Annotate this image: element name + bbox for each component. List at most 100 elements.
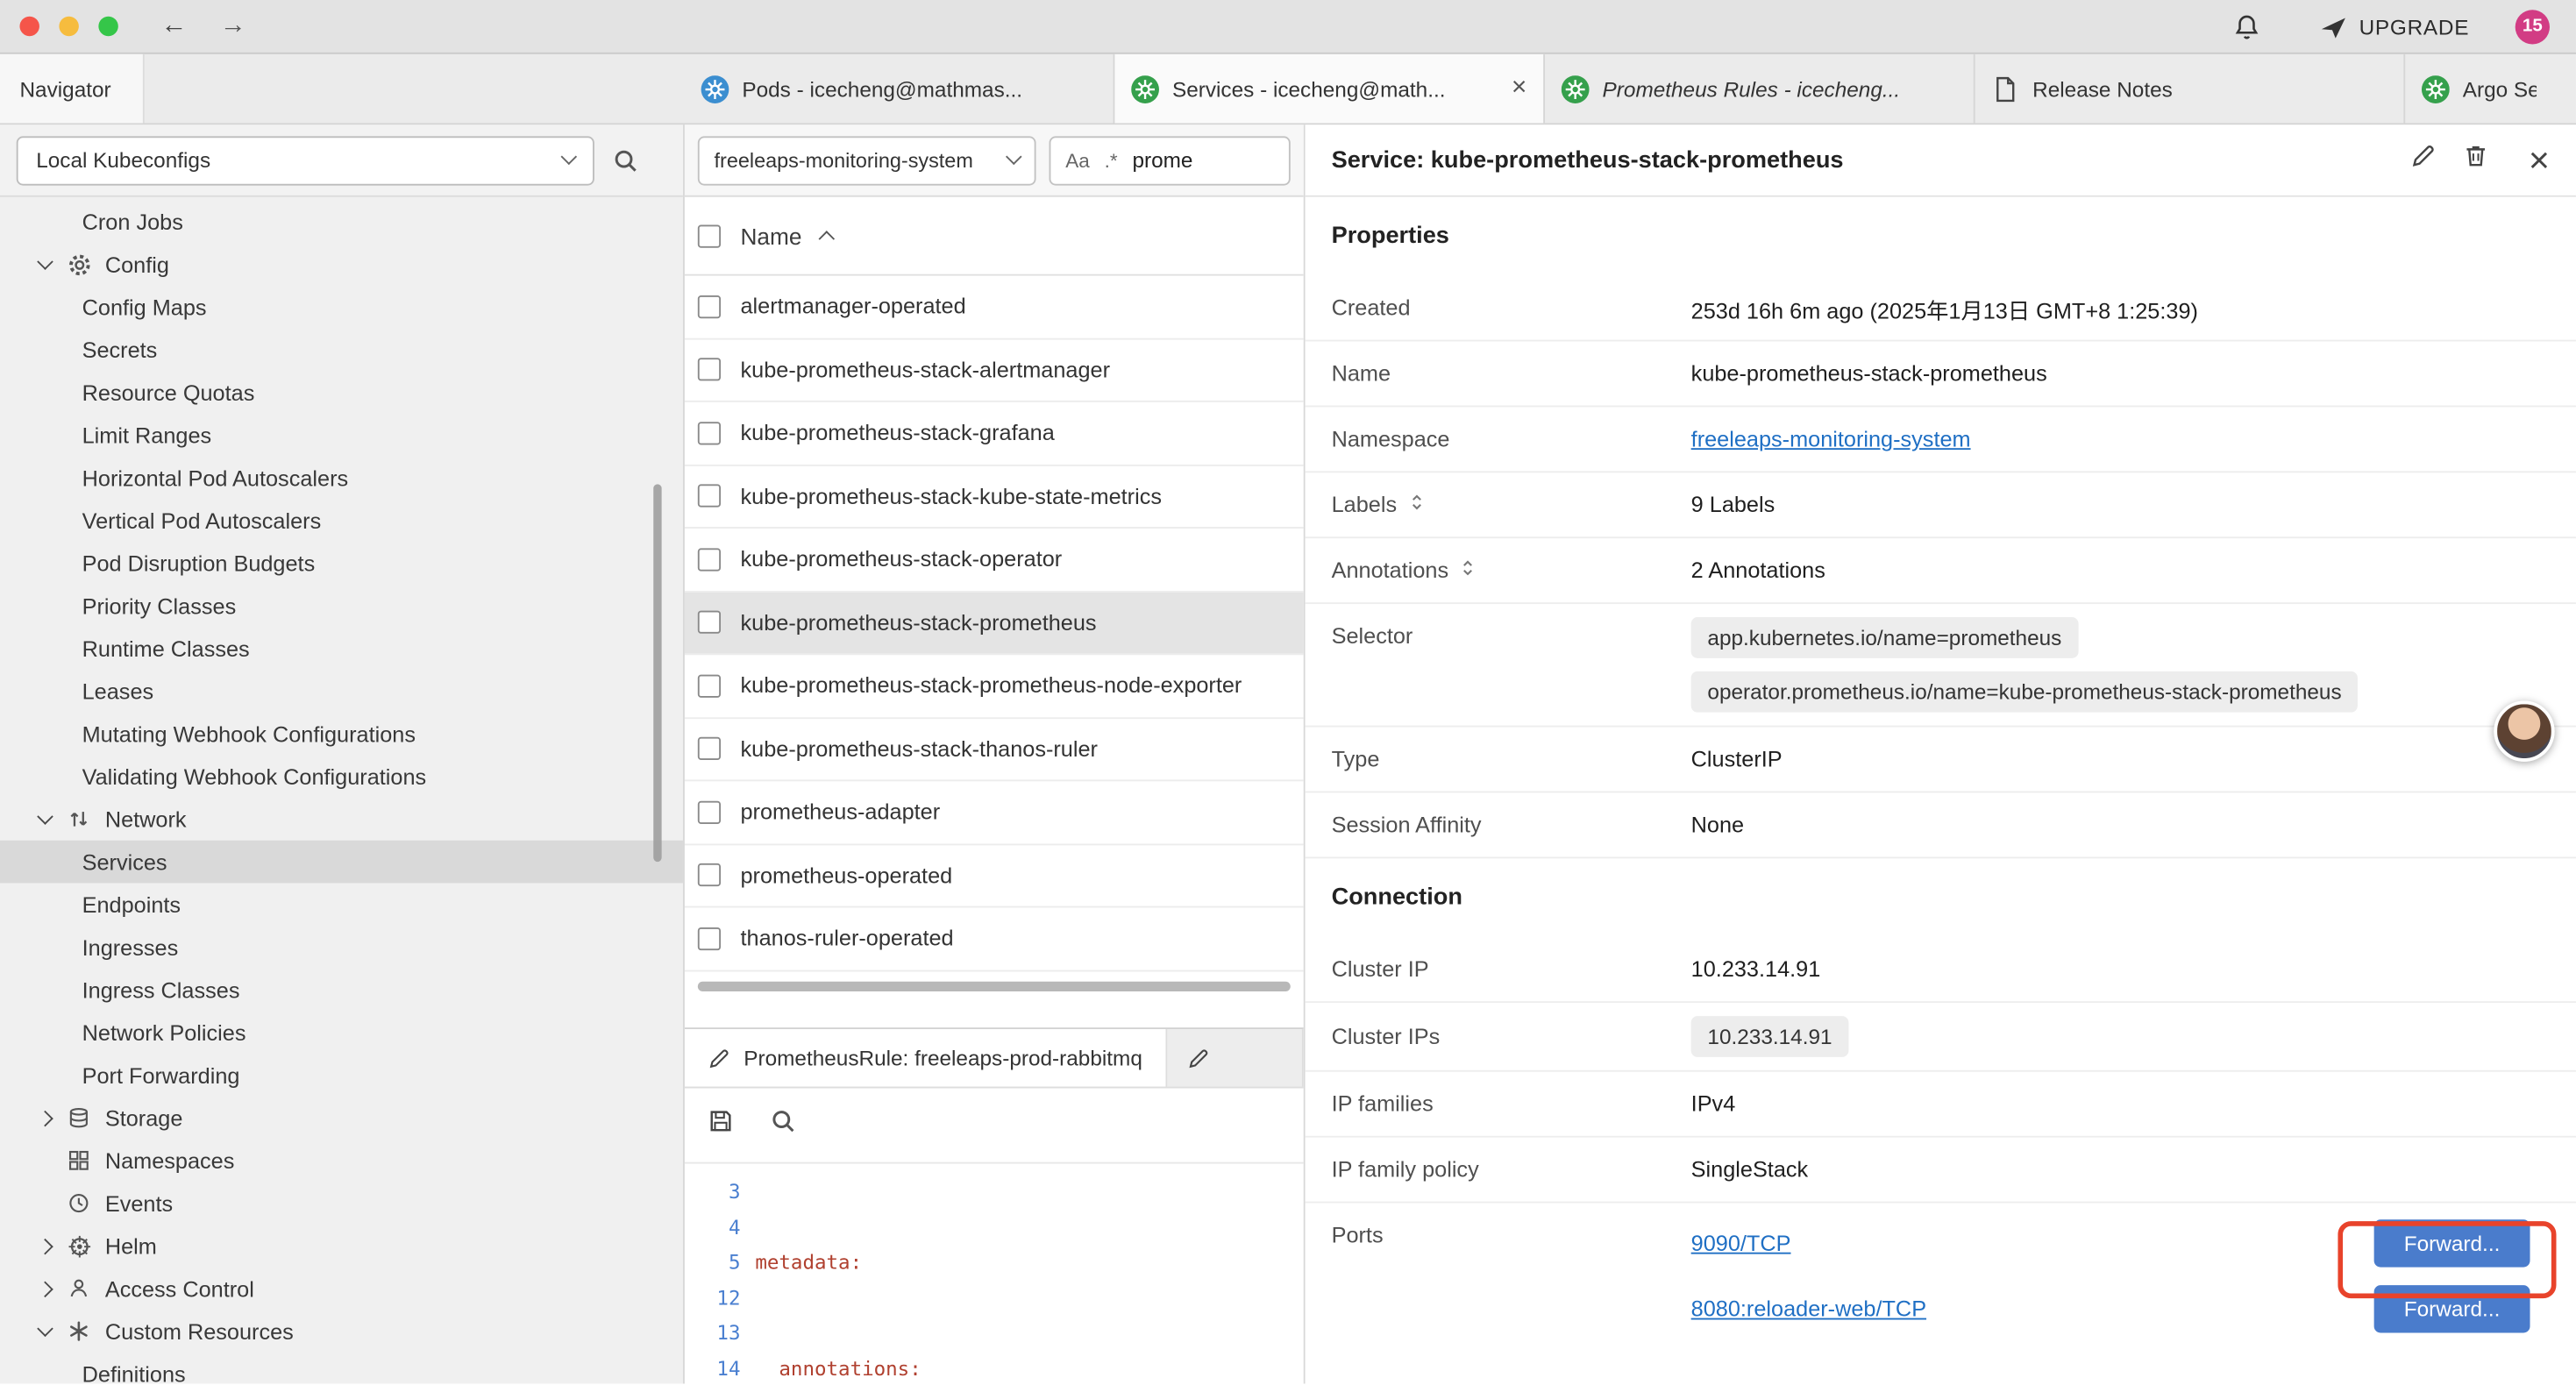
table-row[interactable]: kube-prometheus-stack-grafana [685,402,1304,465]
sidebar-search-icon[interactable] [612,147,638,174]
dock-tab-prometheusrule[interactable]: PrometheusRule: freeleaps-prod-rabbitmq [685,1029,1167,1087]
row-checkbox[interactable] [698,422,721,444]
delete-trash-icon[interactable] [2463,143,2489,177]
sidebar-item-limit-ranges[interactable]: Limit Ranges [0,414,683,457]
tab-pods[interactable]: Pods - icecheng@mathmas... [685,54,1115,124]
forward-button-nav[interactable]: → [220,13,246,39]
sidebar-item-vertical-pod-autoscalers[interactable]: Vertical Pod Autoscalers [0,499,683,542]
sidebar-item-priority-classes[interactable]: Priority Classes [0,585,683,628]
sidebar-item-network-policies[interactable]: Network Policies [0,1011,683,1054]
row-checkbox[interactable] [698,548,721,571]
list-search-input[interactable]: Aa .* prome [1050,135,1291,184]
window-maximize-button[interactable] [98,17,117,36]
sidebar-item-ingress-classes[interactable]: Ingress Classes [0,969,683,1012]
sidebar-item-leases[interactable]: Leases [0,670,683,713]
sidebar-item-port-forwarding[interactable]: Port Forwarding [0,1054,683,1097]
row-checkbox[interactable] [698,485,721,508]
row-checkbox[interactable] [698,800,721,823]
save-icon[interactable] [708,1108,734,1142]
window-close-button[interactable] [19,17,39,36]
port-link-8080[interactable]: 8080:reloader-web/TCP [1691,1296,1926,1320]
table-row-selected[interactable]: kube-prometheus-stack-prometheus [685,592,1304,655]
table-row[interactable]: kube-prometheus-stack-alertmanager [685,339,1304,402]
table-row[interactable]: kube-prometheus-stack-prometheus-node-ex… [685,655,1304,718]
sidebar-item-secrets[interactable]: Secrets [0,329,683,372]
row-checkbox[interactable] [698,737,721,760]
namespace-select[interactable]: freeleaps-monitoring-system [698,135,1036,184]
item-label: Leases [82,678,154,703]
item-label: Secrets [82,337,158,362]
item-label: Events [105,1190,173,1215]
row-checkbox[interactable] [698,359,721,381]
sidebar-item-access-control[interactable]: Access Control [0,1268,683,1310]
sidebar-item-mutating-webhook-configurations[interactable]: Mutating Webhook Configurations [0,713,683,756]
table-row[interactable]: thanos-ruler-operated [685,907,1304,970]
sidebar-item-config[interactable]: Config [0,243,683,286]
sidebar-item-definitions[interactable]: Definitions [0,1353,683,1384]
namespace-link[interactable]: freeleaps-monitoring-system [1691,427,2550,451]
kubeconfig-select[interactable]: Local Kubeconfigs [17,135,594,184]
tab-prometheus-rules[interactable]: Prometheus Rules - icecheng... [1545,54,1975,124]
table-row[interactable]: kube-prometheus-stack-thanos-ruler [685,718,1304,781]
sidebar-item-cron-jobs[interactable]: Cron Jobs [0,200,683,243]
sidebar-item-namespaces[interactable]: Namespaces [0,1140,683,1183]
editor-search-icon[interactable] [770,1108,796,1142]
edit-pencil-icon[interactable] [2410,143,2437,177]
tab-close-icon[interactable]: × [1512,75,1526,102]
window-minimize-button[interactable] [59,17,78,36]
table-row[interactable]: kube-prometheus-stack-operator [685,529,1304,592]
sidebar-item-endpoints[interactable]: Endpoints [0,883,683,926]
tab-services[interactable]: Services - icecheng@math... × [1114,54,1545,124]
unfold-icon[interactable] [1458,558,1477,583]
regex-toggle[interactable]: .* [1105,148,1118,171]
sidebar-item-config-maps[interactable]: Config Maps [0,286,683,329]
row-checkbox[interactable] [698,611,721,634]
forward-button[interactable]: Forward... [2374,1284,2530,1332]
sort-ascending-icon[interactable] [819,231,836,247]
notifications-bell-icon[interactable] [2232,12,2260,40]
row-checkbox[interactable] [698,674,721,697]
upgrade-label: UPGRADE [2359,14,2470,39]
sidebar-item-helm[interactable]: Helm [0,1225,683,1268]
table-row[interactable]: prometheus-operated [685,844,1304,907]
sidebar-item-validating-webhook-configurations[interactable]: Validating Webhook Configurations [0,755,683,798]
sidebar-item-network[interactable]: Network [0,798,683,841]
table-row[interactable]: alertmanager-operated [685,276,1304,339]
sidebar-item-resource-quotas[interactable]: Resource Quotas [0,371,683,414]
yaml-editor[interactable]: 3 4 5 12 13 14 metadata: annotations: ku… [685,1164,1304,1384]
table-row[interactable]: kube-prometheus-stack-kube-state-metrics [685,465,1304,529]
name-column-header[interactable]: Name [740,223,801,249]
notification-count-badge[interactable]: 15 [2516,9,2550,43]
select-all-checkbox[interactable] [698,224,721,247]
row-checkbox[interactable] [698,295,721,318]
row-checkbox[interactable] [698,863,721,886]
tab-release-notes[interactable]: Release Notes [1975,54,2406,124]
close-icon[interactable]: × [2529,142,2550,178]
field-label: Cluster IPs [1332,1024,1691,1048]
sidebar-item-pod-disruption-budgets[interactable]: Pod Disruption Budgets [0,542,683,585]
tab-argo[interactable]: Argo Se [2405,54,2553,124]
sidebar-item-ingresses[interactable]: Ingresses [0,926,683,969]
sidebar-scrollbar[interactable] [653,484,661,862]
sidebar-item-custom-resources[interactable]: Custom Resources [0,1310,683,1353]
service-name: kube-prometheus-stack-kube-state-metrics [740,484,1161,508]
navigator-panel-tab[interactable]: Navigator [0,54,145,124]
dock-tab-next[interactable] [1167,1029,1304,1087]
back-button[interactable]: ← [161,13,188,39]
sidebar-item-events[interactable]: Events [0,1182,683,1225]
sidebar-item-storage[interactable]: Storage [0,1097,683,1140]
match-case-toggle[interactable]: Aa [1065,148,1090,171]
unfold-icon[interactable] [1406,493,1426,517]
table-row[interactable]: prometheus-adapter [685,781,1304,844]
forward-button[interactable]: Forward... [2374,1218,2530,1266]
horizontal-scrollbar[interactable] [685,971,1304,1001]
port-link-9090[interactable]: 9090/TCP [1691,1230,1791,1254]
code-pane[interactable]: metadata: annotations: kubectl.kubernete… [755,1164,1303,1384]
row-checkbox[interactable] [698,927,721,949]
sidebar-item-services[interactable]: Services [0,841,683,884]
upgrade-button[interactable]: UPGRADE [2320,12,2470,40]
scrollbar-thumb[interactable] [698,981,1291,991]
sidebar-item-runtime-classes[interactable]: Runtime Classes [0,627,683,670]
user-avatar[interactable] [2494,701,2554,762]
sidebar-item-horizontal-pod-autoscalers[interactable]: Horizontal Pod Autoscalers [0,457,683,500]
